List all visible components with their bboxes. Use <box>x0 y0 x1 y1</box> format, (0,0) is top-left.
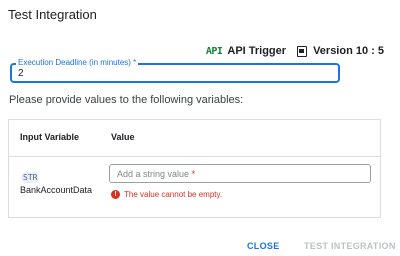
integration-meta: API API Trigger Version 10 : 5 <box>206 45 384 57</box>
trigger-label: API Trigger <box>227 45 287 57</box>
variables-table: Input Variable Value STR BankAccountData… <box>8 119 381 218</box>
error-icon: ! <box>111 190 120 199</box>
close-button[interactable]: CLOSE <box>247 241 280 251</box>
string-value-input[interactable]: Add a string value * <box>109 164 371 183</box>
test-integration-button[interactable]: TEST INTEGRATION <box>304 241 396 251</box>
header-input-variable: Input Variable <box>20 132 80 142</box>
execution-deadline-value[interactable]: 2 <box>18 68 24 80</box>
header-value: Value <box>111 132 135 142</box>
instructions-text: Please provide values to the following v… <box>9 94 244 106</box>
variable-name: BankAccountData <box>20 185 93 195</box>
required-marker: * <box>191 169 196 179</box>
execution-deadline-field[interactable]: Execution Deadline (in minutes) * 2 <box>10 57 340 83</box>
dialog-title: Test Integration <box>8 7 97 22</box>
api-icon: API <box>205 45 223 57</box>
validation-error: ! The value cannot be empty. <box>111 190 222 199</box>
table-header: Input Variable Value <box>9 120 380 157</box>
string-value-placeholder: Add a string value * <box>117 169 196 179</box>
error-message: The value cannot be empty. <box>124 190 223 199</box>
execution-deadline-label: Execution Deadline (in minutes) * <box>16 57 139 69</box>
string-type-icon: STR <box>21 172 40 183</box>
version-label: Version 10 : 5 <box>313 45 384 57</box>
version-icon <box>297 45 308 57</box>
